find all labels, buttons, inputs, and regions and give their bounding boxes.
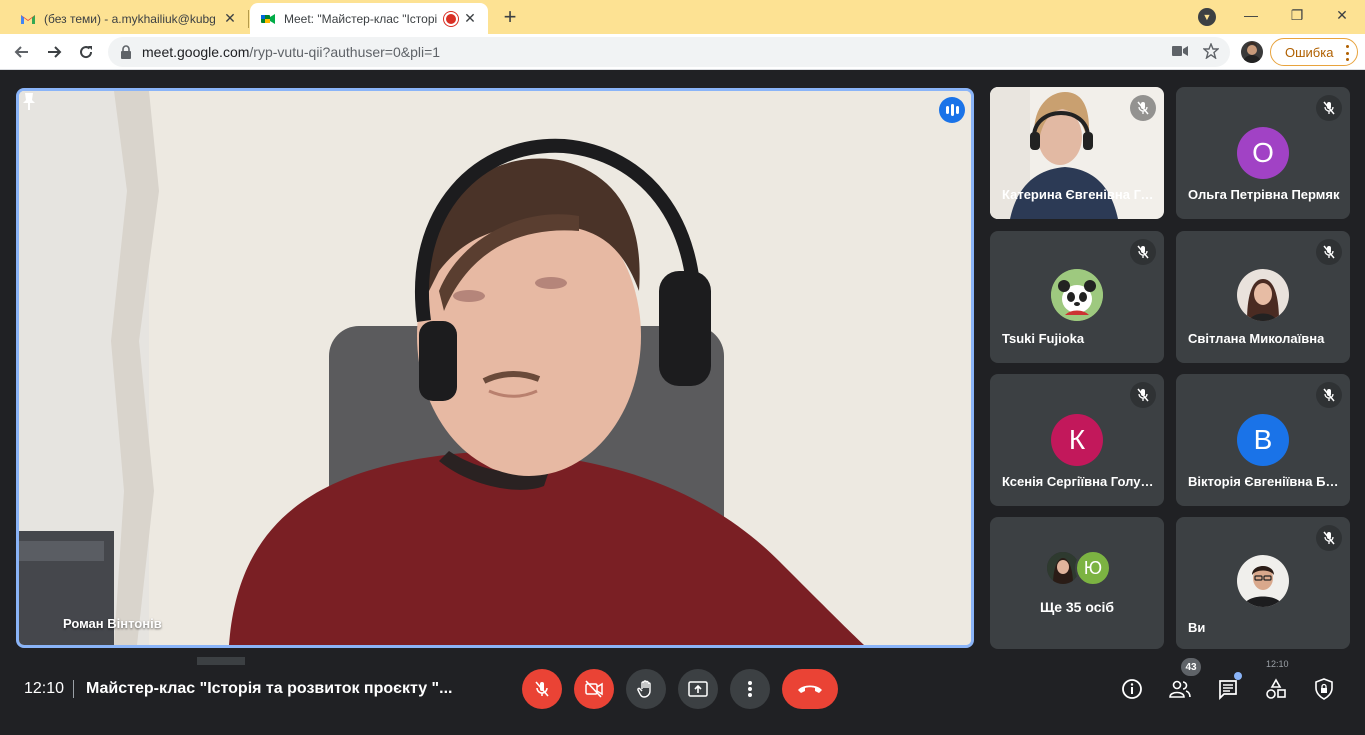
lock-icon	[121, 45, 131, 59]
meet-icon	[261, 13, 275, 24]
participant-name: Ксенія Сергіївна Голубенко	[1002, 474, 1154, 489]
pin-icon[interactable]	[19, 91, 39, 111]
gmail-icon	[21, 14, 35, 24]
url-host: meet.google.com	[142, 44, 250, 60]
close-tab-icon[interactable]: ✕	[462, 10, 478, 27]
maximize-button[interactable]: ❐	[1274, 0, 1320, 30]
end-call-button[interactable]	[782, 669, 838, 709]
taskbar-clock: 12:10	[1266, 659, 1289, 669]
error-button[interactable]: Ошибка	[1270, 38, 1358, 66]
participant-tile[interactable]: В Вікторія Євгеніївна Бойко	[1176, 374, 1350, 506]
more-participants-label: Ще 35 осіб	[1039, 599, 1115, 615]
more-avatars: Ю	[1045, 550, 1115, 586]
activities-button[interactable]	[1263, 676, 1289, 702]
camera-toggle-button[interactable]	[574, 669, 614, 709]
phone-hangup-icon	[798, 685, 822, 693]
meeting-details-button[interactable]	[1119, 676, 1145, 702]
close-window-button[interactable]: ✕	[1319, 0, 1365, 30]
participant-tile[interactable]: К Ксенія Сергіївна Голубенко	[990, 374, 1164, 506]
mic-off-icon	[535, 681, 549, 697]
back-button[interactable]	[8, 38, 36, 66]
people-icon	[1169, 680, 1191, 698]
host-controls-button[interactable]	[1311, 676, 1337, 702]
more-vert-icon	[748, 681, 752, 697]
avatar	[1237, 269, 1289, 321]
chat-icon	[1219, 680, 1237, 700]
bookmark-star-icon[interactable]	[1201, 41, 1221, 61]
tab-separator	[248, 10, 249, 28]
hand-icon	[637, 680, 651, 698]
camera-icon[interactable]	[1170, 41, 1190, 61]
avatar: О	[1237, 127, 1289, 179]
main-speaker-tile[interactable]: Роман Вінтонів	[16, 88, 974, 648]
divider	[73, 680, 74, 698]
reload-button[interactable]	[72, 38, 100, 66]
avatar: В	[1237, 414, 1289, 466]
avatar: К	[1051, 414, 1103, 466]
participant-name: Світлана Миколаївна	[1188, 331, 1325, 346]
meeting-controls-bar: 12:10 Майстер-клас "Історія та розвиток …	[0, 656, 1365, 720]
avatar: Ю	[1075, 550, 1111, 586]
present-icon	[688, 681, 708, 697]
new-tab-button[interactable]: +	[498, 6, 522, 30]
participant-tile[interactable]: О Ольга Петрівна Пермяк	[1176, 87, 1350, 219]
participant-tile[interactable]: Катерина Євгенівна Гулько	[990, 87, 1164, 219]
tab-strip: (без теми) - a.mykhailiuk@kubg. ✕ Meet: …	[0, 0, 1365, 34]
menu-dots-icon	[1345, 45, 1349, 61]
speaker-video	[19, 91, 971, 645]
meeting-title: Майстер-клас "Історія та розвиток проєкт…	[86, 680, 453, 697]
speaking-indicator-icon	[939, 97, 965, 123]
recording-icon	[446, 13, 456, 24]
forward-button[interactable]	[40, 38, 68, 66]
mic-off-icon	[1130, 95, 1156, 121]
participant-tile[interactable]: Tsuki Fujioka	[990, 231, 1164, 363]
participants-count-badge: 43	[1181, 658, 1201, 676]
address-bar[interactable]: meet.google.com/ryp-vutu-qii?authuser=0&…	[108, 37, 1230, 67]
mic-off-icon	[1316, 382, 1342, 408]
mic-off-icon	[1316, 239, 1342, 265]
participant-name: Вікторія Євгеніївна Бойко	[1188, 474, 1340, 489]
shield-lock-icon	[1315, 678, 1333, 700]
tab-title: (без теми) - a.mykhailiuk@kubg.	[44, 11, 216, 26]
more-options-button[interactable]	[730, 669, 770, 709]
taskbar-item[interactable]	[197, 657, 245, 665]
meet-stage: Роман Вінтонів Катерина Євгенівна Гулько…	[0, 71, 1365, 735]
mic-off-icon	[1316, 525, 1342, 551]
shapes-icon	[1266, 678, 1286, 699]
browser-toolbar: meet.google.com/ryp-vutu-qii?authuser=0&…	[0, 34, 1365, 70]
participant-name: Ви	[1188, 620, 1206, 635]
profile-avatar[interactable]	[1241, 41, 1263, 63]
mic-off-icon	[1316, 95, 1342, 121]
self-tile[interactable]: Ви	[1176, 517, 1350, 649]
minimize-button[interactable]: —	[1228, 0, 1274, 30]
avatar	[1051, 269, 1103, 321]
reload-icon	[80, 46, 93, 59]
chat-notification-dot	[1234, 672, 1242, 680]
participant-tile[interactable]: Світлана Миколаївна	[1176, 231, 1350, 363]
avatar	[1237, 555, 1289, 607]
tab-gmail[interactable]: (без теми) - a.mykhailiuk@kubg. ✕	[10, 3, 248, 34]
tab-meet[interactable]: Meet: "Майстер-клас "Історі ✕	[250, 3, 488, 34]
camera-off-icon	[585, 680, 603, 698]
mic-toggle-button[interactable]	[522, 669, 562, 709]
main-speaker-name: Роман Вінтонів	[63, 616, 162, 631]
raise-hand-button[interactable]	[626, 669, 666, 709]
more-participants-tile[interactable]: Ю Ще 35 осіб	[990, 517, 1164, 649]
meeting-clock: 12:10	[24, 680, 65, 697]
url-path: /ryp-vutu-qii?authuser=0&pli=1	[249, 44, 441, 60]
mic-off-icon	[1130, 239, 1156, 265]
mic-off-icon	[1130, 382, 1156, 408]
participants-button[interactable]	[1167, 676, 1193, 702]
participant-name: Ольга Петрівна Пермяк	[1188, 187, 1340, 202]
arrow-left-icon	[14, 46, 28, 58]
error-label: Ошибка	[1285, 44, 1334, 60]
tab-title: Meet: "Майстер-клас "Історі	[284, 11, 438, 26]
info-icon	[1122, 679, 1142, 699]
arrow-right-icon	[48, 46, 62, 58]
close-tab-icon[interactable]: ✕	[222, 10, 238, 27]
present-screen-button[interactable]	[678, 669, 718, 709]
participant-name: Tsuki Fujioka	[1002, 331, 1085, 346]
participant-name: Катерина Євгенівна Гулько	[1002, 187, 1154, 202]
tab-search-icon[interactable]: ▼	[1198, 8, 1216, 26]
